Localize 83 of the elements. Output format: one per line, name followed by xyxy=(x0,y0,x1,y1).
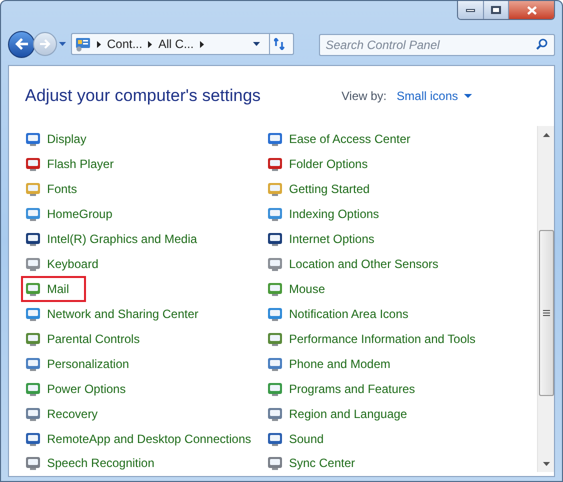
applet-icon xyxy=(25,231,41,248)
applet-icon xyxy=(267,156,283,172)
close-icon xyxy=(526,6,536,14)
maximize-icon xyxy=(491,6,501,14)
applet-item[interactable]: Phone and Modem xyxy=(264,351,406,376)
applet-icon xyxy=(267,406,283,422)
applet-item[interactable]: Recovery xyxy=(22,401,114,426)
breadcrumb-link[interactable]: All C... xyxy=(158,35,194,53)
applet-icon xyxy=(25,306,41,322)
address-bar[interactable]: Cont... All C... xyxy=(71,33,294,55)
applet-item[interactable]: Region and Language xyxy=(264,401,424,426)
applet-item[interactable]: Performance Information and Tools xyxy=(264,326,492,352)
applet-item[interactable]: Ease of Access Center xyxy=(264,127,426,152)
caret-icon xyxy=(464,94,472,98)
applet-item[interactable]: Power Options xyxy=(22,376,142,402)
applet-icon xyxy=(267,455,283,472)
scrollbar[interactable] xyxy=(537,126,554,472)
applet-item[interactable]: Programs and Features xyxy=(264,376,432,402)
minimize-button[interactable] xyxy=(458,1,484,19)
scrollbar-thumb[interactable] xyxy=(538,230,554,396)
applet-item[interactable]: Fonts xyxy=(22,176,94,202)
maximize-button[interactable] xyxy=(484,1,509,19)
applet-icon xyxy=(25,380,41,397)
chevron-right-icon xyxy=(97,40,101,48)
breadcrumb-link[interactable]: Cont... xyxy=(107,35,142,53)
applet-icon xyxy=(267,256,283,272)
applet-item[interactable]: Flash Player xyxy=(22,152,130,177)
applet-item[interactable]: Mail xyxy=(22,276,86,302)
applet-item[interactable]: Folder Options xyxy=(264,152,384,177)
applet-item[interactable]: Display xyxy=(22,127,102,152)
control-panel-icon xyxy=(75,36,91,52)
chevron-right-icon xyxy=(148,40,152,48)
applet-icon xyxy=(25,455,41,472)
applet-item[interactable]: Keyboard xyxy=(22,252,114,277)
applet-icon xyxy=(267,206,283,222)
chevron-right-icon xyxy=(200,40,204,48)
applet-icon xyxy=(25,156,41,172)
applet-item[interactable]: Internet Options xyxy=(264,226,390,252)
caret-icon xyxy=(58,42,66,46)
scroll-up-icon xyxy=(542,133,550,137)
applet-icon xyxy=(267,306,283,322)
applet-icon xyxy=(25,206,41,222)
applet-icon xyxy=(267,330,283,347)
left-arrow-icon xyxy=(14,38,28,50)
applet-item[interactable]: Parental Controls xyxy=(22,326,156,352)
applet-icon xyxy=(267,356,283,372)
applet-icon xyxy=(267,231,283,248)
applet-icon xyxy=(25,330,41,347)
applet-icon xyxy=(267,430,283,447)
applet-item[interactable]: Mouse xyxy=(264,276,342,302)
applet-icon xyxy=(25,430,41,447)
right-arrow-icon xyxy=(39,39,51,49)
caret-icon xyxy=(252,42,260,46)
applet-item[interactable]: Network and Sharing Center xyxy=(22,301,214,326)
scroll-down-icon xyxy=(542,462,550,466)
applet-item[interactable]: HomeGroup xyxy=(22,202,128,227)
applet-icon xyxy=(267,280,283,297)
applet-item[interactable]: Getting Started xyxy=(264,176,386,202)
applet-icon xyxy=(25,131,41,148)
applet-icon xyxy=(267,181,283,198)
grip-icon xyxy=(542,310,550,316)
applet-icon xyxy=(25,280,41,297)
search-field[interactable]: Search Control Panel xyxy=(318,34,555,56)
back-button[interactable] xyxy=(8,30,35,58)
applet-item[interactable]: Intel(R) Graphics and Media xyxy=(22,226,214,252)
applet-item[interactable]: Personalization xyxy=(22,351,146,376)
applet-item[interactable]: Notification Area Icons xyxy=(264,301,424,326)
applet-icon xyxy=(267,131,283,148)
applet-item[interactable]: Indexing Options xyxy=(264,202,396,227)
applet-icon xyxy=(25,256,41,272)
view-mode-dropdown[interactable]: Small icons xyxy=(396,87,472,105)
applet-icon xyxy=(25,356,41,372)
minimize-icon xyxy=(466,8,475,12)
applet-icon xyxy=(267,380,283,397)
search-icon xyxy=(536,38,548,50)
page-title: Adjust your computer's settings xyxy=(25,85,261,108)
applet-item[interactable]: Sync Center xyxy=(264,450,372,476)
applet-icon xyxy=(25,181,41,198)
applet-item[interactable]: Speech Recognition xyxy=(22,450,170,476)
close-button[interactable] xyxy=(509,1,554,19)
applet-icon xyxy=(25,406,41,422)
view-by-label: View by: xyxy=(342,88,387,105)
applet-item[interactable]: Location and Other Sensors xyxy=(264,252,454,277)
